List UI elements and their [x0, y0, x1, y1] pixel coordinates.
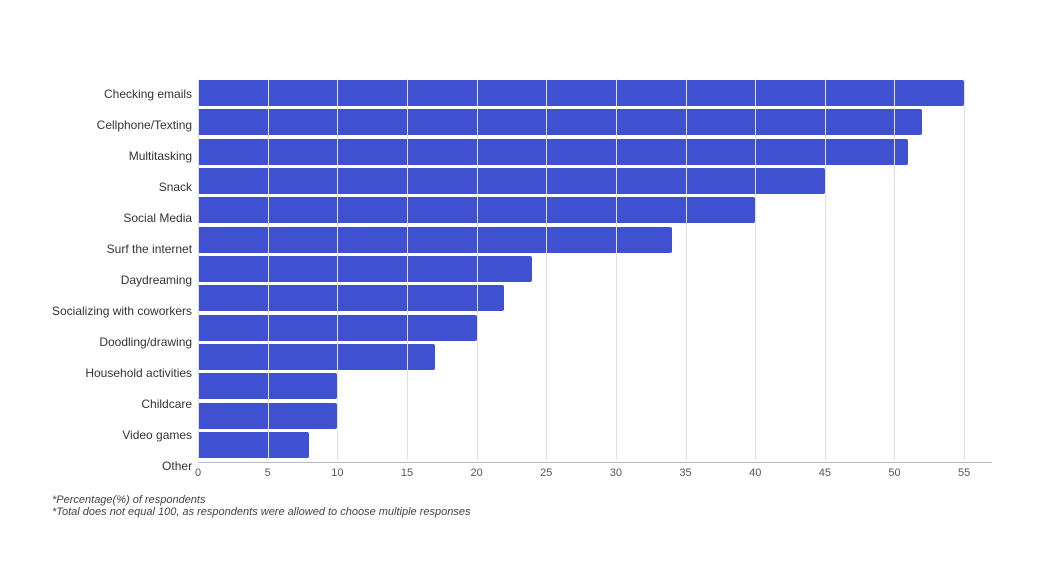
- bar-row: [198, 108, 992, 137]
- bar-row: [198, 313, 992, 342]
- bar-row: [198, 166, 992, 195]
- bar: [198, 285, 504, 311]
- bar: [198, 227, 672, 253]
- x-tick: 25: [540, 467, 552, 479]
- y-label: Video games: [122, 420, 192, 451]
- y-label: Cellphone/Texting: [97, 110, 192, 141]
- bar-row: [198, 254, 992, 283]
- bar: [198, 373, 337, 399]
- bar: [198, 315, 477, 341]
- x-tick: 30: [610, 467, 622, 479]
- y-label: Doodling/drawing: [99, 327, 192, 358]
- y-label: Childcare: [141, 389, 192, 420]
- bar-row: [198, 430, 992, 459]
- bar: [198, 432, 309, 458]
- bar: [198, 168, 825, 194]
- bar-row: [198, 372, 992, 401]
- chart-container: Checking emailsCellphone/TextingMultitas…: [22, 41, 1022, 528]
- bar: [198, 403, 337, 429]
- x-tick: 55: [958, 467, 970, 479]
- bars-section: [198, 79, 992, 460]
- x-tick: 35: [679, 467, 691, 479]
- x-tick: 15: [401, 467, 413, 479]
- x-tick: 45: [819, 467, 831, 479]
- footnotes: *Percentage(%) of respondents*Total does…: [52, 494, 992, 518]
- bar: [198, 197, 755, 223]
- bar-row: [198, 79, 992, 108]
- y-label: Snack: [159, 172, 192, 203]
- x-tick: 5: [265, 467, 271, 479]
- y-label: Checking emails: [104, 79, 192, 110]
- x-tick: 50: [888, 467, 900, 479]
- bar: [198, 344, 435, 370]
- y-label: Other: [162, 451, 192, 482]
- bar-row: [198, 196, 992, 225]
- bar: [198, 139, 908, 165]
- x-tick: 10: [331, 467, 343, 479]
- y-label: Social Media: [123, 203, 192, 234]
- x-tick: 20: [471, 467, 483, 479]
- y-label: Daydreaming: [121, 265, 192, 296]
- bar: [198, 256, 532, 282]
- y-label: Multitasking: [129, 141, 192, 172]
- x-tick: 0: [195, 467, 201, 479]
- y-axis-labels: Checking emailsCellphone/TextingMultitas…: [52, 79, 192, 482]
- x-tick: 40: [749, 467, 761, 479]
- bar-row: [198, 401, 992, 430]
- bar: [198, 80, 964, 106]
- bar-row: [198, 137, 992, 166]
- bar: [198, 109, 922, 135]
- x-axis: 0 5 10 15 20 25 30 35 40 45 50 55: [198, 462, 992, 482]
- y-label: Household activities: [85, 358, 192, 389]
- bars-and-xaxis: 0 5 10 15 20 25 30 35 40 45 50 55: [198, 79, 992, 482]
- chart-area: Checking emailsCellphone/TextingMultitas…: [52, 79, 992, 482]
- bar-row: [198, 284, 992, 313]
- y-label: Socializing with coworkers: [52, 296, 192, 327]
- footnote: *Percentage(%) of respondents: [52, 494, 992, 506]
- y-label: Surf the internet: [107, 234, 192, 265]
- footnote: *Total does not equal 100, as respondent…: [52, 506, 992, 518]
- bar-row: [198, 225, 992, 254]
- bar-row: [198, 342, 992, 371]
